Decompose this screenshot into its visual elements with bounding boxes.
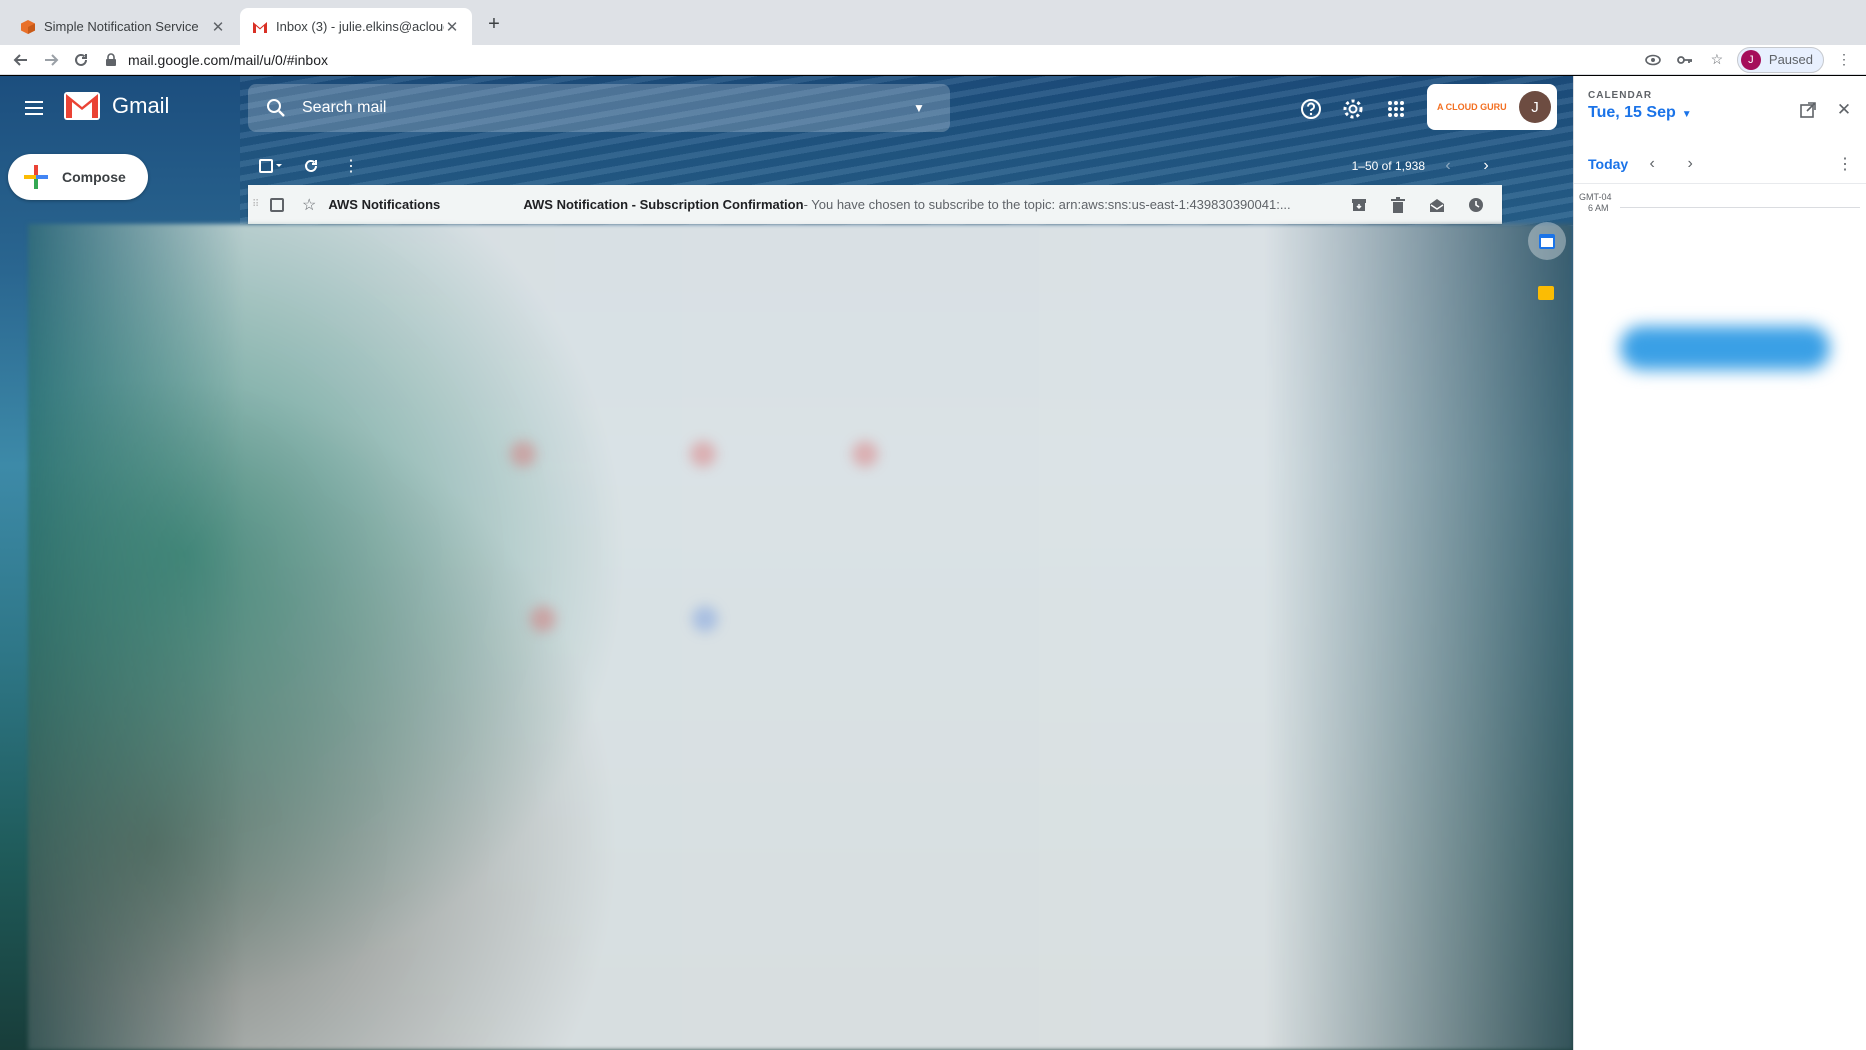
caret-down-icon: ▼ <box>1681 109 1692 120</box>
close-icon[interactable]: ✕ <box>444 18 460 36</box>
eye-icon[interactable] <box>1641 48 1665 72</box>
avatar: J <box>1519 91 1551 123</box>
panel-title: CALENDAR <box>1588 90 1653 101</box>
profile-button[interactable]: J Paused <box>1736 46 1824 73</box>
refresh-icon[interactable] <box>296 151 326 181</box>
compose-label: Compose <box>62 169 126 185</box>
hamburger-menu-icon[interactable] <box>22 96 46 120</box>
back-button[interactable] <box>6 45 36 75</box>
search-options-icon[interactable]: ▼ <box>912 101 926 115</box>
search-input[interactable]: Search mail <box>302 99 912 117</box>
calendar-icon[interactable] <box>1528 222 1566 260</box>
star-icon[interactable]: ☆ <box>302 195 316 215</box>
key-icon[interactable] <box>1673 48 1697 72</box>
account-switcher[interactable]: A CLOUD GURU J <box>1427 84 1557 130</box>
blurred-content <box>28 224 1573 1050</box>
lock-icon <box>106 52 116 66</box>
gmail-logo[interactable]: Gmail <box>64 92 169 120</box>
new-tab-button[interactable]: + <box>482 12 506 36</box>
gmail-app: Gmail Search mail ▼ A CLOUD GURU J Compo… <box>0 76 1573 1050</box>
blurred-item <box>852 441 878 467</box>
blurred-item <box>692 606 718 632</box>
browser-tab-strip: Simple Notification Service ✕ Inbox (3) … <box>0 0 1866 45</box>
apps-grid-icon[interactable] <box>1383 96 1409 122</box>
snooze-icon[interactable] <box>1463 192 1488 217</box>
arrow-right-icon <box>45 53 59 66</box>
url-text: mail.google.com/mail/u/0/#inbox <box>128 51 328 68</box>
hour-label: 6 AM <box>1588 203 1609 213</box>
calendar-nav: Today ‹ › ⋮ <box>1574 144 1866 184</box>
timezone-label: GMT-04 <box>1579 192 1612 202</box>
browser-toolbar: mail.google.com/mail/u/0/#inbox ☆ J Paus… <box>0 45 1866 75</box>
email-subject: AWS Notification - Subscription Confirma… <box>523 197 804 212</box>
row-actions <box>1346 192 1488 217</box>
archive-icon[interactable] <box>1346 192 1371 217</box>
app-name: Gmail <box>112 93 170 118</box>
address-bar[interactable]: mail.google.com/mail/u/0/#inbox <box>104 47 1641 73</box>
close-icon[interactable]: ✕ <box>210 18 226 36</box>
star-icon[interactable]: ☆ <box>1705 48 1729 72</box>
tab-title: Simple Notification Service <box>44 19 199 34</box>
blurred-item <box>530 606 556 632</box>
more-options-icon[interactable]: ⋮ <box>1837 154 1853 174</box>
hour-divider <box>1620 207 1860 208</box>
email-snippet: - You have chosen to subscribe to the to… <box>803 197 1291 212</box>
chevron-right-icon[interactable]: › <box>1676 155 1704 173</box>
list-toolbar: ⋮ 1–50 of 1,938 ‹ › <box>256 146 1501 186</box>
profile-status: Paused <box>1768 52 1813 67</box>
calendar-panel: CALENDAR Tue, 15 Sep ▼ ✕ Today ‹ › ⋮ GMT-… <box>1573 76 1866 1050</box>
tab-title: Inbox (3) - julie.elkins@acloud <box>276 19 444 34</box>
side-panel-strip <box>1512 144 1572 1050</box>
gmail-icon <box>253 21 267 33</box>
open-new-tab-icon[interactable] <box>1796 98 1820 122</box>
today-button[interactable]: Today <box>1588 156 1628 172</box>
forward-button[interactable] <box>36 45 66 75</box>
toolbar-right: ☆ J Paused ⋮ <box>1641 46 1856 73</box>
drag-handle-icon[interactable]: ⠿ <box>252 199 264 210</box>
pagination-count: 1–50 of 1,938 <box>1351 159 1425 173</box>
compose-button[interactable]: Compose <box>8 154 148 200</box>
browser-tab-inbox[interactable]: Inbox (3) - julie.elkins@acloud ✕ <box>240 8 472 45</box>
chevron-left-icon[interactable]: ‹ <box>1638 155 1666 173</box>
gear-icon[interactable] <box>1340 96 1366 122</box>
blurred-item <box>510 441 536 467</box>
pagination: 1–50 of 1,938 ‹ › <box>1352 146 1501 186</box>
reload-icon <box>75 53 87 66</box>
search-icon[interactable] <box>264 96 288 120</box>
reload-button[interactable] <box>66 45 96 75</box>
aws-cube-icon <box>21 19 35 34</box>
screen: Simple Notification Service ✕ Inbox (3) … <box>0 0 1866 1050</box>
arrow-left-icon <box>13 53 27 66</box>
help-icon[interactable] <box>1298 96 1324 122</box>
calendar-event[interactable] <box>1620 326 1830 370</box>
close-icon[interactable]: ✕ <box>1832 98 1856 122</box>
kebab-menu-icon[interactable]: ⋮ <box>1832 48 1856 72</box>
plus-icon <box>24 165 48 189</box>
org-logo: A CLOUD GURU <box>1437 102 1507 112</box>
current-date: Tue, 15 Sep <box>1588 104 1676 121</box>
older-page-icon[interactable]: › <box>1471 157 1501 175</box>
browser-tab-sns[interactable]: Simple Notification Service ✕ <box>8 8 238 45</box>
newer-page-icon[interactable]: ‹ <box>1433 157 1463 175</box>
mark-read-icon[interactable] <box>1424 192 1449 217</box>
more-options-icon[interactable]: ⋮ <box>336 151 366 181</box>
select-all-checkbox[interactable] <box>256 151 286 181</box>
search-bar[interactable]: Search mail ▼ <box>248 84 950 132</box>
blurred-item <box>690 441 716 467</box>
date-selector[interactable]: Tue, 15 Sep ▼ <box>1588 104 1692 122</box>
trash-icon[interactable] <box>1385 192 1410 217</box>
row-checkbox[interactable] <box>270 197 284 212</box>
table-row[interactable]: ⠿ ☆ AWS Notifications AWS Notification -… <box>248 185 1502 224</box>
avatar: J <box>1740 49 1761 70</box>
keep-icon[interactable] <box>1538 286 1554 300</box>
email-sender: AWS Notifications <box>328 197 441 212</box>
gmail-m-icon <box>64 92 100 120</box>
